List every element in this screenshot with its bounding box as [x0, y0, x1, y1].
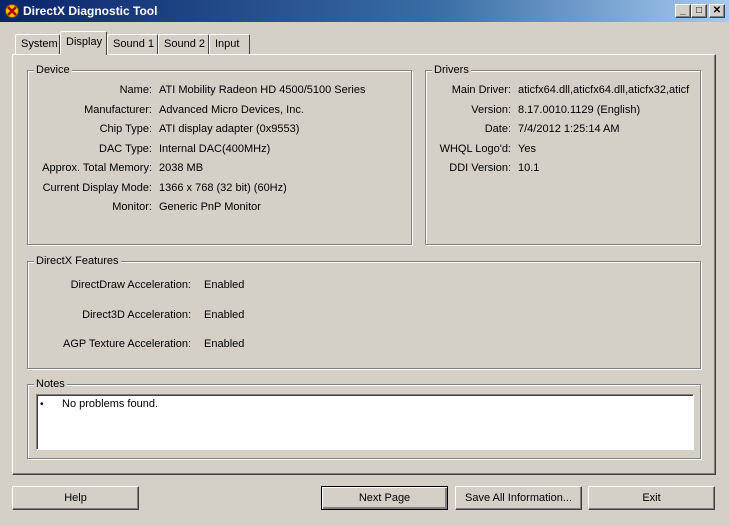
memory-value: 2038 MB	[159, 162, 204, 174]
driver-version-label: Version:	[471, 104, 511, 116]
agp-texture-label: AGP Texture Acceleration:	[63, 338, 191, 350]
monitor-value: Generic PnP Monitor	[159, 201, 261, 213]
whql-value: Yes	[518, 143, 536, 155]
title-bar[interactable]: DirectX Diagnostic Tool _ □ ✕	[0, 0, 729, 22]
note-item: No problems found.	[62, 398, 158, 410]
whql-label: WHQL Logo'd:	[439, 143, 511, 155]
drivers-legend: Drivers	[432, 64, 471, 76]
drivers-group: Drivers Main Driver: aticfx64.dll,aticfx…	[425, 64, 701, 245]
notes-textbox[interactable]: • No problems found.	[36, 394, 694, 450]
manufacturer-value: Advanced Micro Devices, Inc.	[159, 104, 304, 116]
note-bullet: •	[40, 399, 44, 410]
directx-features-legend: DirectX Features	[34, 255, 121, 267]
window-title: DirectX Diagnostic Tool	[23, 4, 158, 18]
device-legend: Device	[34, 64, 72, 76]
driver-date-value: 7/4/2012 1:25:14 AM	[518, 123, 620, 135]
exit-button[interactable]: Exit	[588, 486, 715, 510]
notes-legend: Notes	[34, 378, 67, 390]
ddi-version-label: DDI Version:	[449, 162, 511, 174]
maximize-icon: □	[695, 5, 703, 16]
display-mode-label: Current Display Mode:	[42, 182, 152, 194]
close-button[interactable]: ✕	[709, 4, 725, 18]
manufacturer-label: Manufacturer:	[84, 104, 152, 116]
tab-sound-1[interactable]: Sound 1	[107, 34, 158, 54]
tab-input[interactable]: Input	[209, 34, 250, 54]
driver-date-label: Date:	[484, 123, 511, 135]
directx-features-group: DirectX Features DirectDraw Acceleration…	[27, 255, 701, 369]
dac-type-value: Internal DAC(400MHz)	[159, 143, 271, 155]
direct3d-label: Direct3D Acceleration:	[82, 309, 191, 321]
save-all-information-button[interactable]: Save All Information...	[455, 486, 582, 510]
driver-version-value: 8.17.0010.1129 (English)	[518, 104, 641, 116]
main-driver-value: aticfx64.dll,aticfx64.dll,aticfx32,aticf	[518, 84, 690, 96]
device-name-label: Name:	[119, 84, 152, 96]
monitor-label: Monitor:	[112, 201, 152, 213]
memory-label: Approx. Total Memory:	[42, 162, 152, 174]
next-page-button[interactable]: Next Page	[321, 486, 448, 510]
display-mode-value: 1366 x 768 (32 bit) (60Hz)	[159, 182, 287, 194]
directdraw-label: DirectDraw Acceleration:	[70, 279, 191, 291]
direct3d-value: Enabled	[204, 309, 245, 321]
device-group: Device Name: ATI Mobility Radeon HD 4500…	[27, 64, 412, 245]
main-driver-label: Main Driver:	[451, 84, 511, 96]
tab-display[interactable]: Display	[60, 31, 107, 55]
ddi-version-value: 10.1	[518, 162, 540, 174]
maximize-button[interactable]: □	[691, 4, 707, 18]
chip-type-value: ATI display adapter (0x9553)	[159, 123, 300, 135]
dac-type-label: DAC Type:	[99, 143, 152, 155]
device-name-value: ATI Mobility Radeon HD 4500/5100 Series	[159, 84, 366, 96]
close-icon: ✕	[712, 5, 722, 16]
minimize-button[interactable]: _	[675, 4, 691, 18]
directx-app-icon	[4, 3, 20, 19]
minimize-icon: _	[680, 5, 686, 16]
help-button[interactable]: Help	[12, 486, 139, 510]
tab-system[interactable]: System	[15, 34, 60, 54]
chip-type-label: Chip Type:	[99, 123, 152, 135]
agp-texture-value: Enabled	[204, 338, 245, 350]
tab-sound-2[interactable]: Sound 2	[158, 34, 209, 54]
directdraw-value: Enabled	[204, 279, 245, 291]
